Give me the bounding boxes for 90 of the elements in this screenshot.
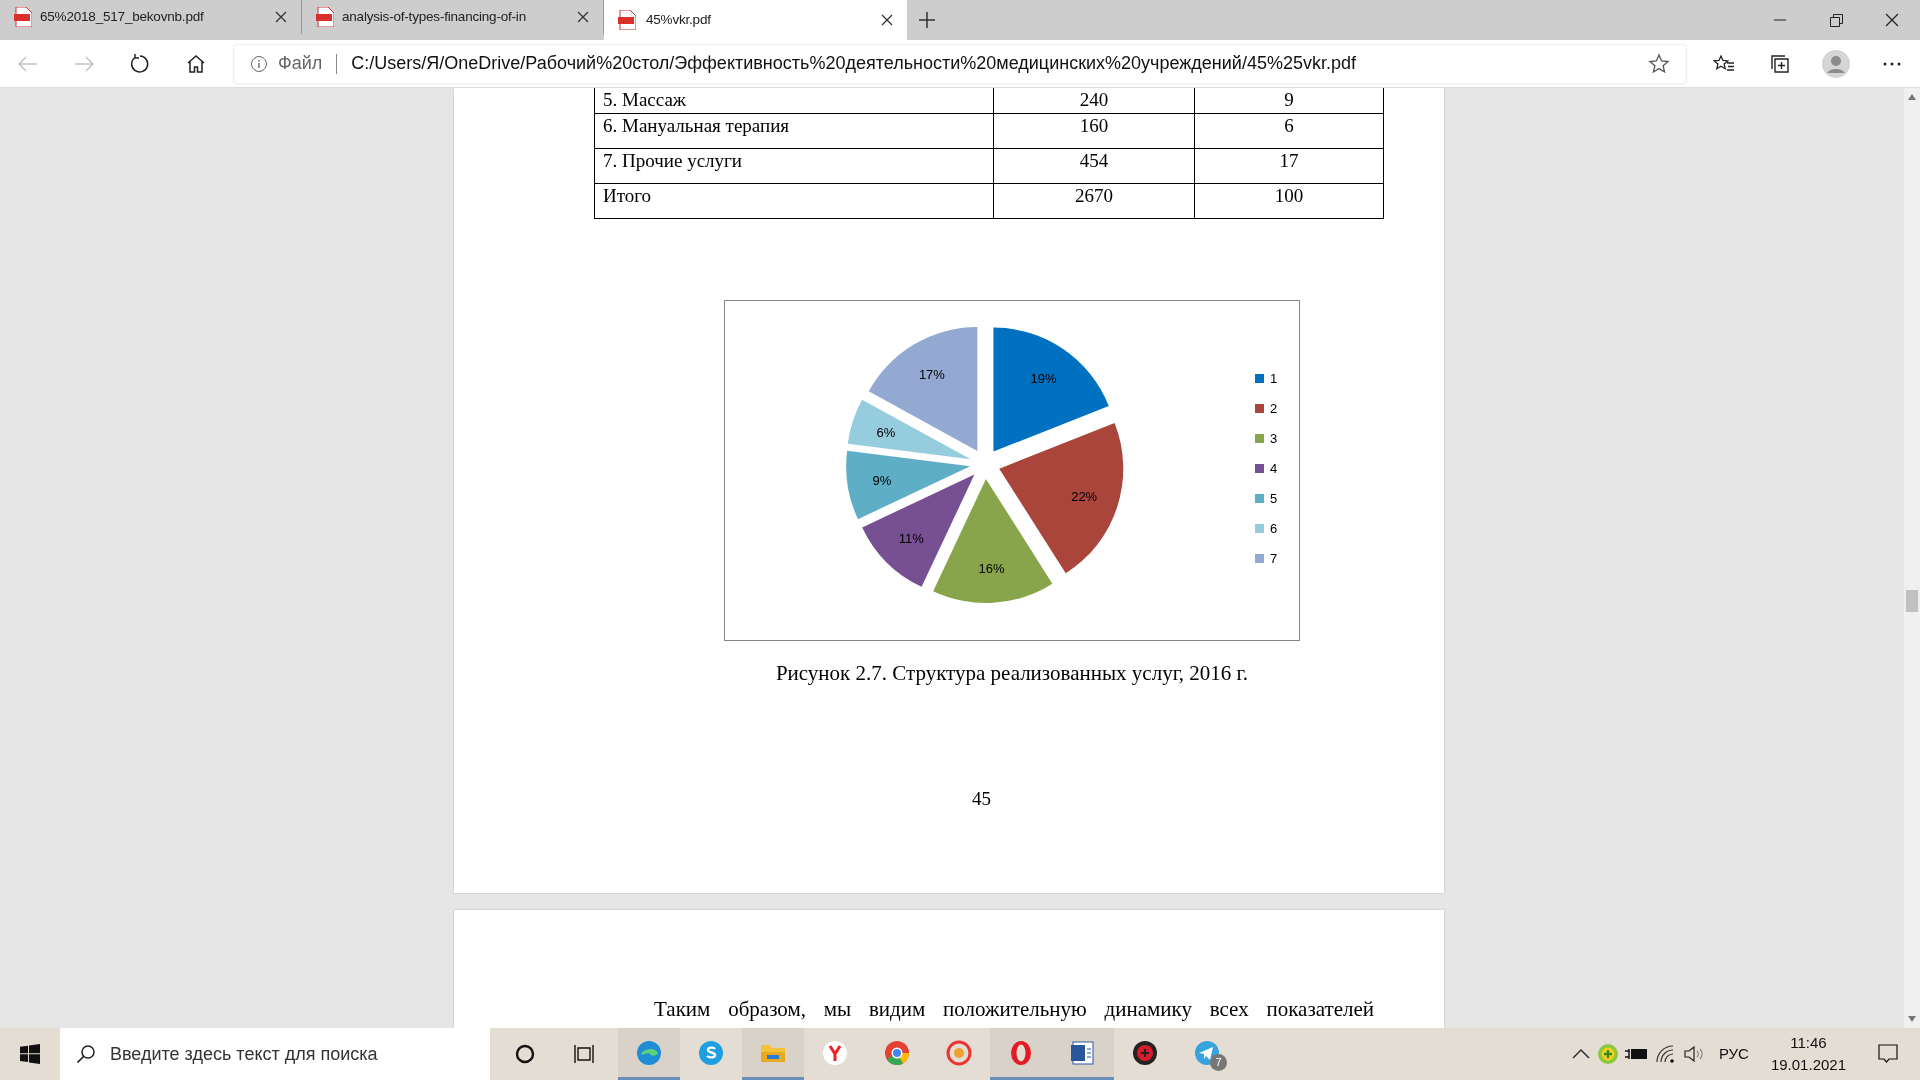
clock[interactable]: 11:46 19.01.2021 <box>1762 1032 1854 1076</box>
legend-label: 5 <box>1270 490 1278 506</box>
data-label: 9% <box>872 472 892 488</box>
plus-circle-icon[interactable] <box>1596 1043 1619 1065</box>
taskbar-search-field[interactable]: Введите здесь текст для поиска <box>60 1028 490 1080</box>
url-text: C:/Users/Я/OneDrive/Рабочий%20стол/Эффективность%20деятельности%20медицинских%20учреждений/45%25vkr.pdf <box>351 52 1357 75</box>
legend-swatch <box>1255 403 1264 413</box>
battery-icon[interactable] <box>1624 1047 1649 1061</box>
browser-tab[interactable]: analysis-of-types-financing-of-in <box>302 0 604 34</box>
home-icon <box>186 53 206 74</box>
legend-swatch <box>1255 493 1264 503</box>
table-cell: 240 <box>993 88 1195 113</box>
table-cell: 6. Мануальная терапия <box>594 113 994 148</box>
table-cell: 160 <box>993 113 1195 148</box>
scroll-down-icon[interactable] <box>1908 1016 1916 1022</box>
body-paragraph: Таким образом, мы видим положительную динамику всех показателей <box>654 998 1374 1020</box>
favorites-icon <box>1713 53 1735 74</box>
legend-swatch <box>1255 373 1264 383</box>
table-cell: 2670 <box>993 183 1195 218</box>
legend-swatch <box>1255 523 1264 533</box>
table-cell: 100 <box>1194 183 1384 218</box>
table-cell: Итого <box>594 183 994 218</box>
language-indicator[interactable]: РУС <box>1710 1042 1757 1066</box>
browser-tab[interactable]: 65%2018_517_bekovnb.pdf <box>0 0 302 34</box>
speaker-icon[interactable] <box>1682 1044 1705 1064</box>
taskbar-app-button[interactable] <box>1052 1028 1114 1080</box>
shield-icon <box>1131 1038 1159 1067</box>
address-bar[interactable]: Файл C:/Users/Я/OneDrive/Рабочий%20стол/Эффективность%20деятельности%20медицинских%20учреждений/45%25vkr.pdf <box>234 44 1686 83</box>
pdf-file-icon <box>316 7 334 27</box>
close-tab-button[interactable] <box>275 11 287 23</box>
document-icon <box>1069 1038 1097 1067</box>
back-icon <box>18 55 38 72</box>
scrollbar[interactable] <box>1904 88 1920 1028</box>
circle-icon <box>515 1044 535 1064</box>
browser-tab[interactable]: 45%vkr.pdf <box>604 0 907 40</box>
file-label: Файл <box>278 52 323 75</box>
chrome-icon <box>883 1038 911 1067</box>
task-view-icon <box>574 1044 596 1064</box>
star-icon[interactable] <box>1648 52 1670 75</box>
windows-logo-icon <box>20 1044 40 1064</box>
legend-label: 6 <box>1270 520 1278 536</box>
table-cell: 5. Массаж <box>594 88 994 113</box>
legend-swatch <box>1255 553 1264 563</box>
data-label: 19% <box>1030 370 1057 386</box>
legend-label: 1 <box>1270 370 1278 386</box>
more-icon <box>1883 61 1901 66</box>
close-icon <box>881 14 893 26</box>
table-cell: 454 <box>993 148 1195 183</box>
table-cell: 7. Прочие услуги <box>594 148 994 183</box>
legend-label: 2 <box>1270 400 1278 416</box>
collections-icon <box>1770 53 1790 74</box>
minimize-icon <box>1774 19 1786 21</box>
scroll-thumb[interactable] <box>1906 590 1918 612</box>
data-label: 17% <box>918 366 945 382</box>
data-label: 22% <box>1071 488 1098 504</box>
forward-icon <box>74 55 94 72</box>
close-tab-button[interactable] <box>577 11 589 23</box>
taskbar-app-button[interactable]: 7 <box>1176 1028 1238 1080</box>
avatar-icon <box>1822 49 1850 78</box>
wifi-icon[interactable] <box>1654 1044 1677 1064</box>
legend-label: 7 <box>1270 550 1278 566</box>
refresh-icon <box>129 52 151 75</box>
search-icon <box>76 1044 96 1064</box>
table-cell: 17 <box>1194 148 1384 183</box>
close-tab-button[interactable] <box>881 14 893 26</box>
notification-badge: 7 <box>1210 1054 1227 1071</box>
pdf-file-icon <box>618 10 636 30</box>
figure-caption: Рисунок 2.7. Структура реализованных услуг, 2016 г. <box>775 659 1249 687</box>
table-cell: 9 <box>1194 88 1384 113</box>
table-cell: 6 <box>1194 113 1384 148</box>
scroll-up-icon[interactable] <box>1908 94 1916 100</box>
legend-label: 3 <box>1270 430 1278 446</box>
restore-icon <box>1829 13 1843 27</box>
plus-icon <box>918 11 936 29</box>
y-logo-icon <box>821 1038 849 1067</box>
page-number: 45 <box>972 787 991 811</box>
legend-swatch <box>1255 463 1264 473</box>
close-icon <box>1885 13 1899 27</box>
legend-swatch <box>1255 433 1264 443</box>
skype-icon <box>697 1038 725 1067</box>
data-label: 6% <box>876 424 896 440</box>
data-label: 11% <box>898 530 924 546</box>
notification-icon <box>1878 1044 1898 1064</box>
close-icon <box>577 11 589 23</box>
data-label: 16% <box>978 560 1005 576</box>
chevron-up-icon[interactable] <box>1570 1048 1591 1060</box>
info-icon <box>250 54 268 73</box>
legend-label: 4 <box>1270 460 1278 476</box>
close-icon <box>275 11 287 23</box>
pdf-file-icon <box>14 7 32 27</box>
